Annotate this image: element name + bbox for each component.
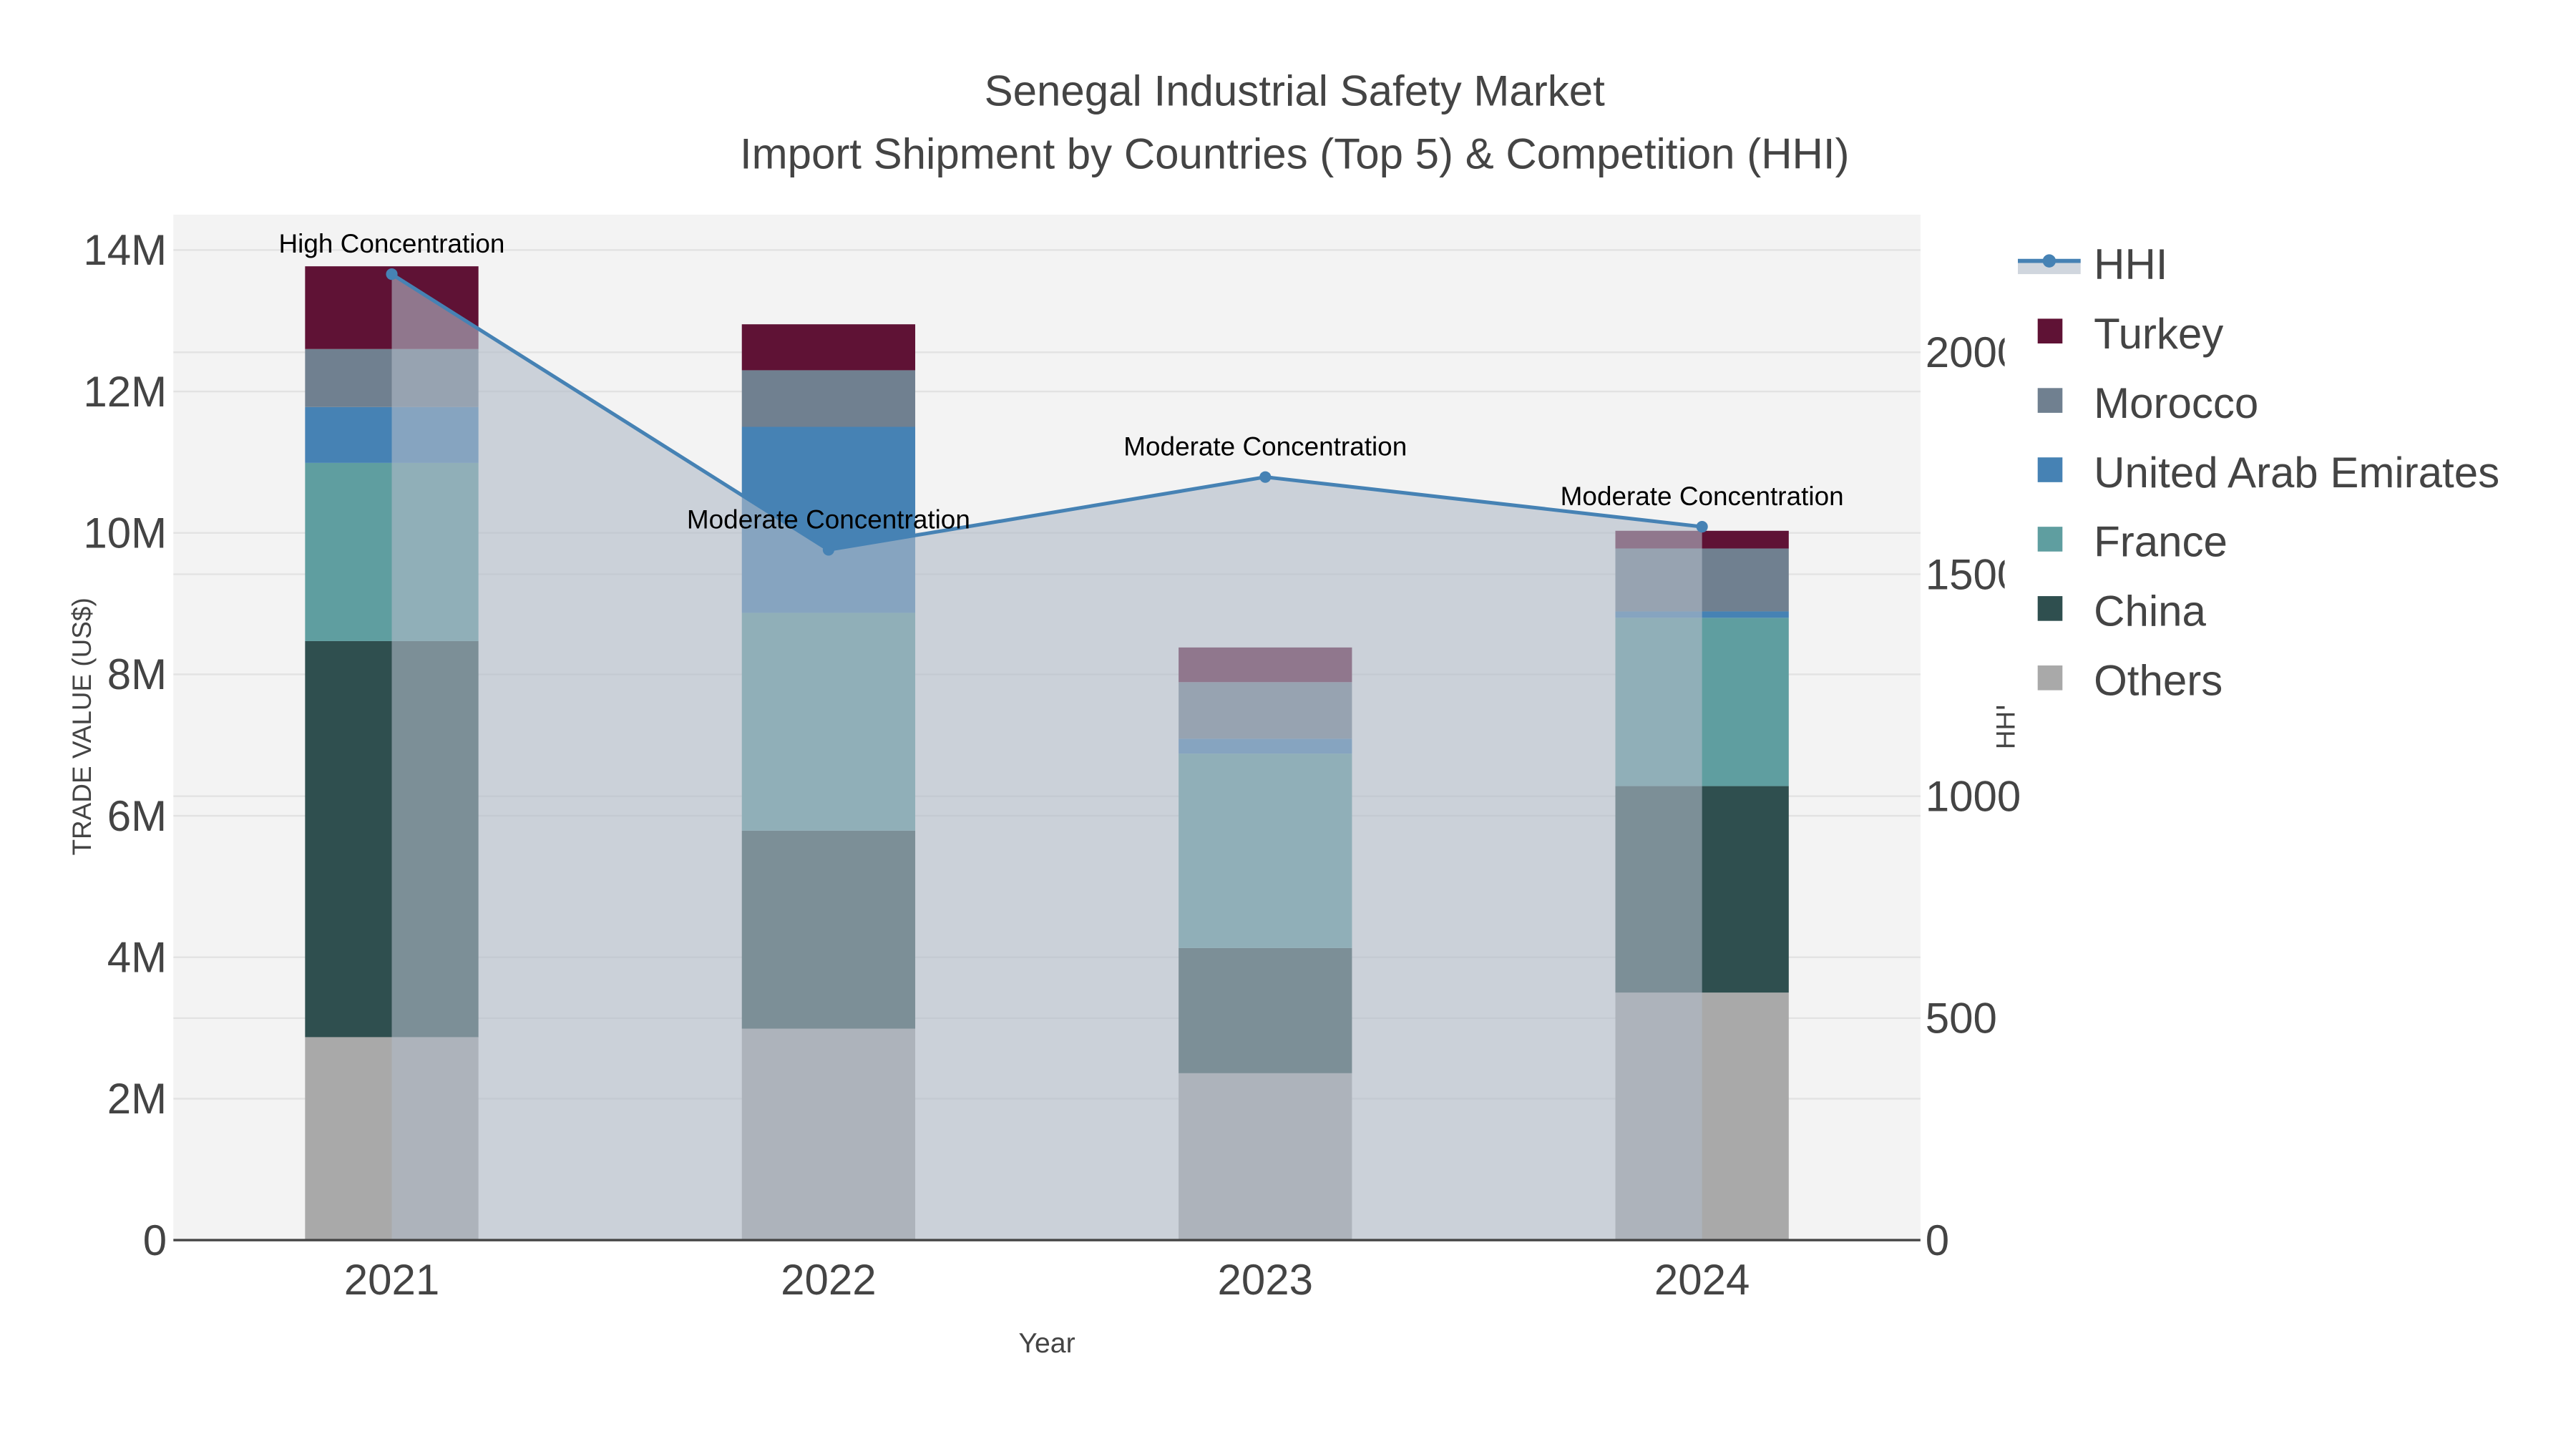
bar-turkey — [741, 324, 916, 371]
y-tick-label: 4M — [107, 934, 167, 982]
chart: High Concentration Moderate Concentration… — [67, 67, 2576, 1359]
x-tick-label: 2023 — [1218, 1256, 1313, 1304]
hhi-annotation: Moderate Concentration — [1123, 432, 1407, 462]
hhi-point — [822, 544, 834, 556]
hhi-annotation: Moderate Concentration — [687, 504, 970, 534]
legend-item-label: United Arab Emirates — [2094, 449, 2499, 497]
y-tick-label: 6M — [107, 792, 167, 840]
y2-tick-label: 500 — [1926, 995, 1997, 1043]
y-tick-label: 10M — [83, 509, 167, 557]
x-axis-title: Year — [1018, 1327, 1075, 1359]
legend-swatch — [2037, 527, 2063, 552]
y-tick-label: 12M — [83, 368, 167, 416]
legend-item-label: Turkey — [2094, 310, 2223, 358]
chart-subtitle: Import Shipment by Countries (Top 5) & C… — [740, 130, 1850, 177]
legend-swatch — [2037, 596, 2063, 621]
hhi-point — [386, 268, 398, 280]
x-tick-label: 2022 — [781, 1256, 876, 1304]
x-tick-label: 2021 — [344, 1256, 439, 1304]
legend-swatch — [2037, 665, 2063, 691]
bar-morocco — [741, 370, 916, 427]
y2-tick-label: 1000 — [1926, 772, 2021, 820]
hhi-point — [1259, 471, 1272, 483]
legend-item-label: HHI — [2094, 240, 2167, 288]
chart-title: Senegal Industrial Safety Market — [985, 67, 1605, 115]
legend-swatch — [2037, 318, 2063, 343]
hhi-annotation: Moderate Concentration — [1561, 482, 1844, 511]
legend-item-label: France — [2094, 518, 2228, 566]
legend-item-label: Morocco — [2094, 379, 2258, 427]
hhi-annotation: High Concentration — [279, 229, 505, 258]
legend-item-label: China — [2094, 587, 2206, 635]
y2-axis-title: HHI — [1991, 704, 2020, 750]
legend-swatch — [2037, 388, 2063, 413]
y-tick-label: 8M — [107, 650, 167, 698]
legend-hhi-marker — [2042, 254, 2057, 268]
y-tick-label: 2M — [107, 1075, 167, 1123]
x-tick-label: 2024 — [1654, 1256, 1750, 1304]
y-tick-label: 14M — [83, 226, 167, 274]
legend-item-label: Others — [2094, 657, 2223, 705]
y-axis-title: TRADE VALUE (US$) — [67, 597, 97, 855]
y2-tick-label: 0 — [1926, 1216, 1949, 1264]
y-tick-label: 0 — [143, 1216, 167, 1264]
legend-swatch — [2037, 457, 2063, 482]
hhi-point — [1696, 521, 1708, 533]
